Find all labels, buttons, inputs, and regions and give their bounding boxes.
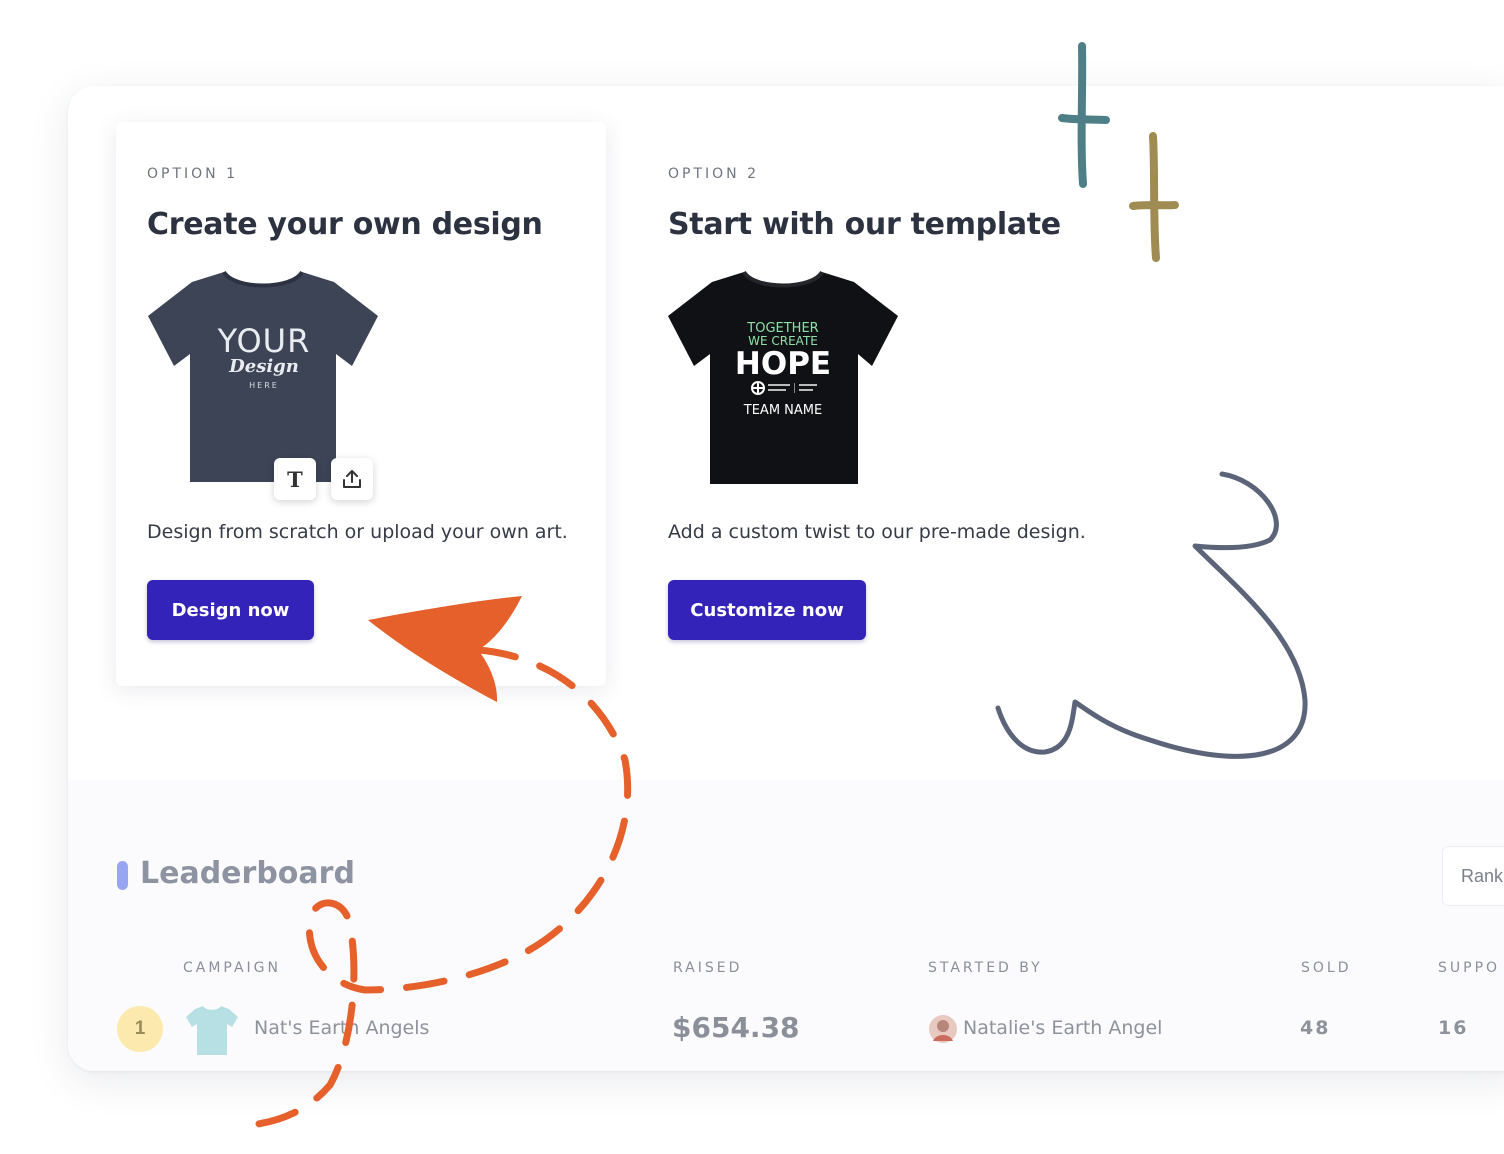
option-2-title: Start with our template [668,207,1061,242]
blank-tshirt-image: YOUR Design HERE [148,270,378,482]
customize-now-button[interactable]: Customize now [668,580,866,640]
option-2-description: Add a custom twist to our pre-made desig… [668,521,1086,543]
sold-count: 48 [1300,1017,1331,1039]
column-header-supporters[interactable]: SUPPO [1438,960,1500,976]
upload-icon [343,470,361,488]
column-header-started-by[interactable]: STARTED BY [928,960,1043,976]
leaderboard-title: Leaderboard [140,856,355,891]
raised-amount: $654.38 [672,1011,800,1044]
avatar [929,1015,957,1043]
option-1-description: Design from scratch or upload your own a… [147,521,568,543]
template-text-hope: HOPE [735,346,831,382]
template-text-team-name: TEAM NAME [743,403,822,418]
rank-badge: 1 [117,1006,163,1052]
supporters-count: 16 [1438,1017,1469,1039]
rank-sort-select[interactable]: Rank [1442,846,1504,906]
column-header-raised[interactable]: RAISED [673,960,742,976]
leaderboard-accent-bar [117,861,128,890]
shirt-text-your: YOUR [217,322,311,360]
upload-button[interactable] [331,458,373,500]
shirt-text-here: HERE [249,381,279,390]
text-tool-button[interactable]: T [274,458,316,500]
campaign-shirt-thumbnail [186,1006,238,1055]
option-1-kicker: OPTION 1 [147,166,238,182]
campaign-name-link[interactable]: Nat's Earth Angels [254,1017,429,1039]
column-header-campaign[interactable]: CAMPAIGN [183,960,281,976]
text-tool-icon: T [287,466,303,492]
option-1-title: Create your own design [147,207,543,242]
design-now-button[interactable]: Design now [147,580,314,640]
template-tshirt-image: TOGETHER WE CREATE HOPE TEAM NAME [668,270,898,484]
shirt-text-design: Design [228,356,299,377]
option-2-kicker: OPTION 2 [668,166,759,182]
column-header-sold[interactable]: SOLD [1301,960,1352,976]
started-by-name[interactable]: Natalie's Earth Angel [963,1017,1162,1039]
